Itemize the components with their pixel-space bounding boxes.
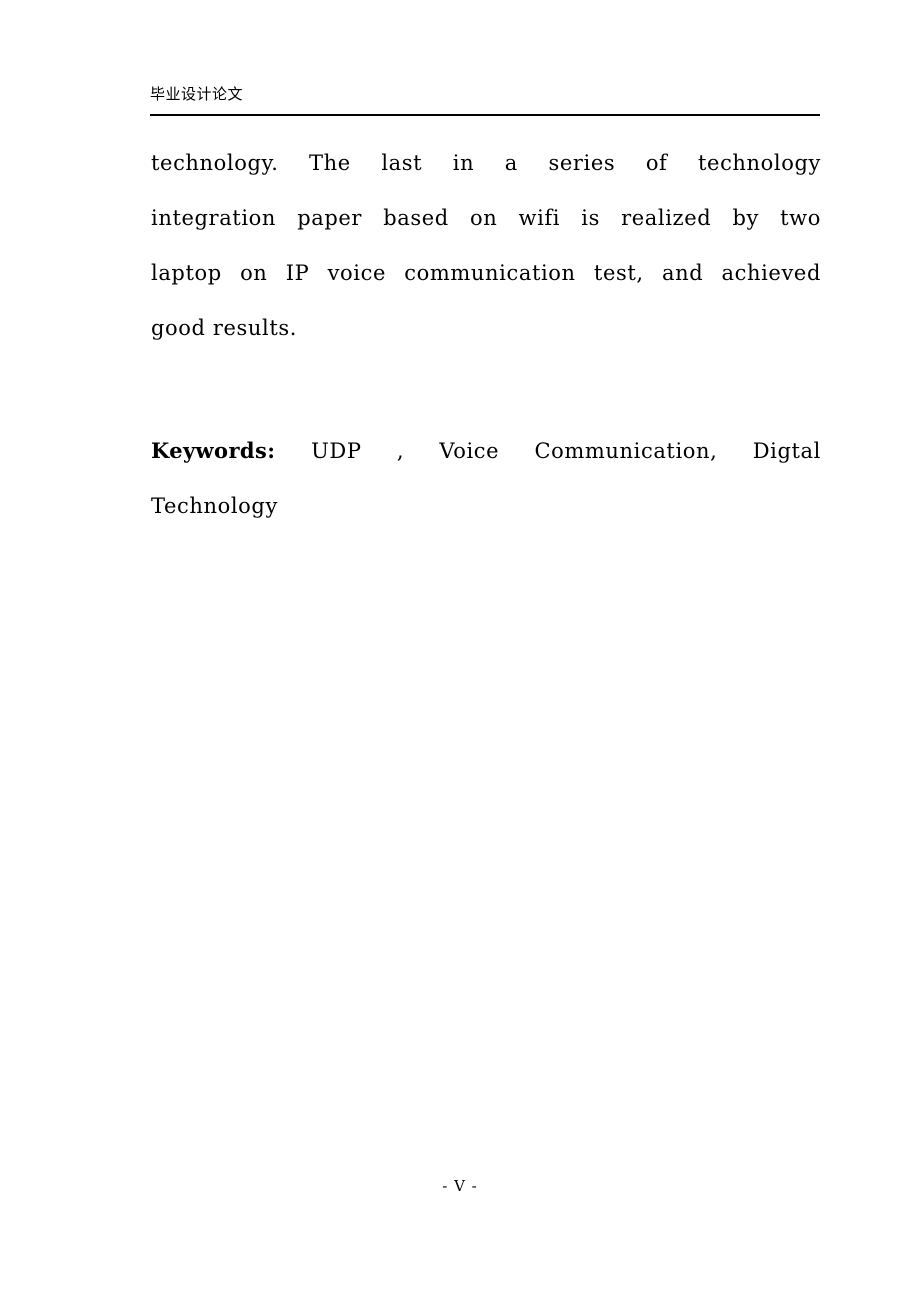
keywords-line-1: Keywords: UDP , Voice Communication, Dig… [151,423,821,479]
keywords-line-1-text: UDP , Voice Communication, Digtal [311,439,821,463]
abstract-line-1: technology. The last in a series of tech… [151,151,821,175]
keywords-line-2: Technology [151,494,278,518]
header-divider-rule [150,114,820,116]
document-page: 毕业设计论文 technology. The last in a series … [0,0,920,1300]
keywords-paragraph: Keywords: UDP , Voice Communication, Dig… [151,423,821,534]
keywords-label: Keywords: [151,438,312,463]
page-footer: - V - [0,1176,920,1196]
abstract-line-4: good results. [151,316,298,340]
header-title: 毕业设计论文 [150,85,244,103]
abstract-line-2: integration paper based on wifi is reali… [151,206,821,230]
abstract-line-3: laptop on IP voice communication test, a… [151,261,821,285]
page-header: 毕业设计论文 [150,84,820,104]
abstract-body: technology. The last in a series of tech… [151,136,821,356]
abstract-paragraph: technology. The last in a series of tech… [151,136,821,356]
footer-page-number: - V - [442,1177,478,1195]
keywords-section: Keywords: UDP , Voice Communication, Dig… [151,423,821,534]
